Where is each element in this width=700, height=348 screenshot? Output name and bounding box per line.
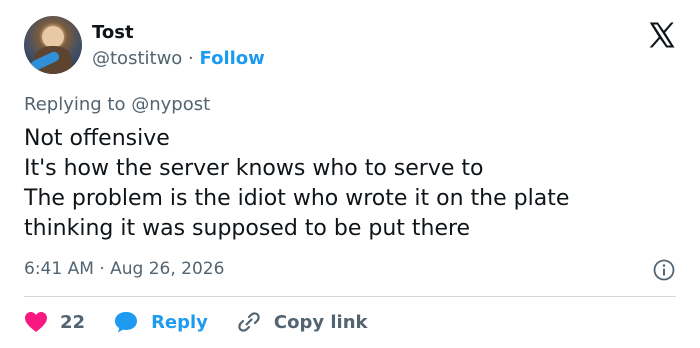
info-icon[interactable] [652,258,676,282]
reply-mention[interactable]: @nypost [131,94,210,115]
tweet-time: 6:41 AM [24,259,94,279]
x-logo-icon[interactable] [646,20,676,50]
reply-prefix: Replying to [24,94,126,115]
tweet-timestamp[interactable]: 6:41 AM · Aug 26, 2026 [24,259,224,279]
tweet-date: Aug 26, 2026 [110,259,225,279]
timestamp-separator: · [99,259,105,279]
reply-label: Reply [151,311,208,333]
divider [24,296,676,297]
tweet-text: Not offensive It's how the server knows … [24,124,569,244]
link-icon [238,312,260,332]
tweet-line: It's how the server knows who to serve t… [24,156,484,181]
like-count: 22 [60,311,86,333]
avatar-face [42,26,64,48]
like-button[interactable]: 22 [24,311,85,333]
copy-link-label: Copy link [273,311,368,333]
action-bar: 22 Reply Copy link [24,308,396,336]
handle-separator: · [188,48,194,69]
speech-bubble-icon [115,312,138,333]
avatar[interactable] [24,16,82,74]
author-handle-row: @tostitwo · Follow [92,48,265,69]
author-name[interactable]: Tost [92,22,134,43]
reply-context: Replying to @nypost [24,94,210,115]
tweet-line: The problem is the idiot who wrote it on… [24,186,570,211]
follow-button[interactable]: Follow [200,48,265,69]
heart-icon [25,312,47,332]
copy-link-button[interactable]: Copy link [236,310,368,334]
tweet-line: Not offensive [24,126,170,151]
tweet-line: thinking it was supposed to be put there [24,216,471,241]
author-handle[interactable]: @tostitwo [92,48,182,69]
reply-button[interactable]: Reply [113,310,208,334]
